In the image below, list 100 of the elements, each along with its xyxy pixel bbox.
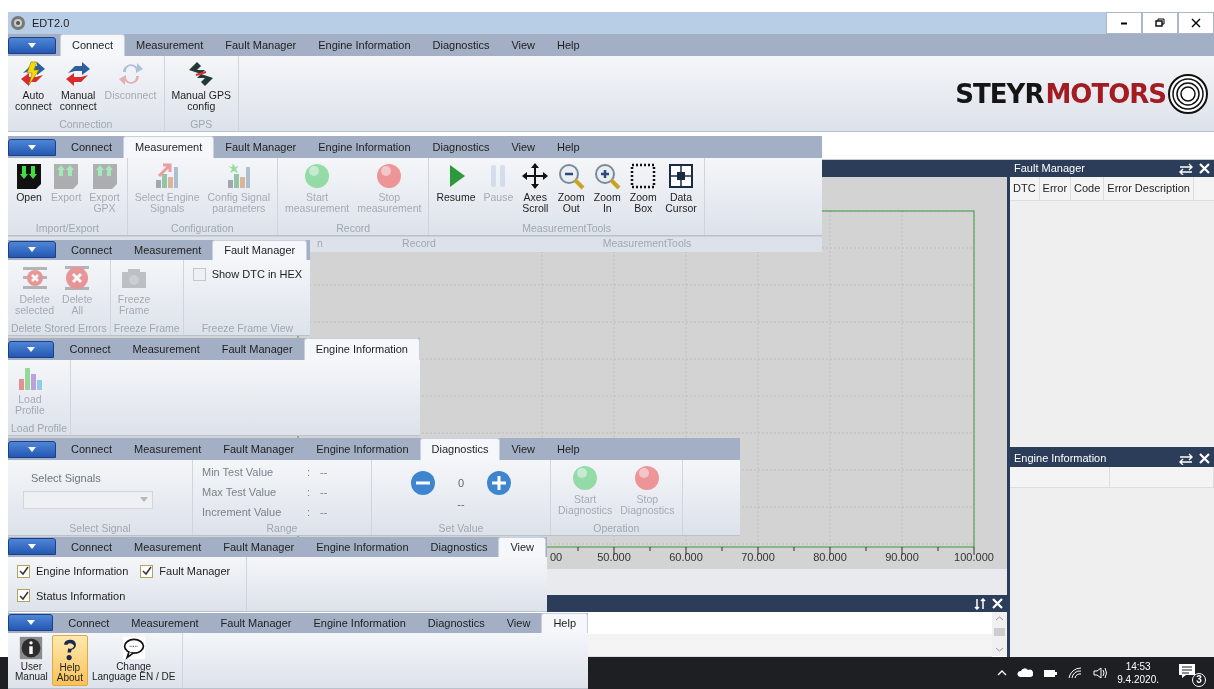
close-button[interactable] (1178, 12, 1214, 34)
ribbon-tab[interactable]: Measurement (123, 537, 213, 557)
ribbon-tab[interactable]: Connect (60, 34, 125, 56)
ribbon-tab[interactable]: View (498, 537, 547, 557)
ribbon-button[interactable]: Change Language EN / DE (87, 635, 180, 684)
ribbon-tab[interactable]: View (500, 438, 547, 460)
arrows-icon (187, 60, 216, 88)
ribbon-tab[interactable]: Connect (60, 136, 123, 158)
ribbon-tab[interactable]: Fault Manager (209, 613, 303, 633)
ribbon-button[interactable]: Axes Scroll (517, 160, 554, 216)
decrement-button[interactable] (409, 470, 436, 496)
ribbon-tab[interactable]: Connect (60, 537, 123, 557)
ribbon-tab[interactable]: Engine Information (307, 34, 422, 56)
ribbon-tab[interactable]: Measurement (123, 438, 213, 460)
ribbon-tab[interactable]: Measurement (123, 136, 215, 158)
ribbon-tab[interactable]: Help (546, 438, 591, 460)
ribbon-tab[interactable]: Help (541, 613, 588, 633)
start-record-icon (303, 162, 332, 190)
ribbon-button[interactable]: User Manual (11, 635, 52, 684)
ribbon-tab[interactable]: Fault Manager (212, 537, 306, 557)
ribbon-button[interactable]: Open (11, 160, 47, 205)
ribbon-tab[interactable]: Diagnostics (419, 537, 499, 557)
ribbon-tab[interactable]: Measurement (121, 338, 211, 360)
ribbon-tab[interactable]: Diagnostics (419, 438, 501, 460)
zoom-in-icon (593, 162, 622, 190)
ribbon-button[interactable]: Zoom Out (553, 160, 590, 216)
ribbon-tab[interactable]: Engine Information (302, 613, 417, 633)
ribbon-tab[interactable]: Help (546, 34, 591, 56)
application-menu-button[interactable] (8, 538, 56, 555)
ribbon-tab[interactable]: View (500, 34, 547, 56)
ribbon-tab[interactable]: Engine Information (303, 338, 420, 360)
start-record-icon (571, 464, 600, 492)
notification-button[interactable]: 3 (1174, 659, 1206, 687)
application-menu-button[interactable] (8, 241, 56, 258)
increment-button[interactable] (486, 470, 513, 496)
ribbon-tab[interactable]: Connect (60, 240, 123, 260)
crosshair-box-icon (667, 162, 696, 190)
ribbon-button[interactable]: Manual connect (55, 58, 101, 114)
ribbon-tab[interactable]: Fault Manager (214, 136, 308, 158)
ribbon-button[interactable]: Manual GPS config (167, 58, 236, 114)
checkbox[interactable]: Show DTC in HEX (192, 266, 303, 283)
separator-text: : (307, 485, 311, 500)
ribbon-button[interactable]: Data Cursor (661, 160, 701, 216)
caret-icon (140, 497, 148, 502)
axis-tick-label: 70.000 (741, 550, 775, 565)
application-menu-button[interactable] (8, 441, 56, 458)
restore-button[interactable] (1142, 12, 1178, 34)
group-label: Select Signal (68, 522, 132, 535)
ribbon-tab[interactable]: Measurement (120, 613, 210, 633)
ribbon-tab[interactable]: Fault Manager (212, 438, 306, 460)
ribbon-tab[interactable]: View (495, 613, 542, 633)
minimize-icon (1120, 21, 1128, 25)
caret-icon (28, 544, 36, 549)
ribbon-tab[interactable]: Fault Manager (212, 240, 308, 260)
application-menu-button[interactable] (8, 139, 56, 156)
group-label: MeasurementTools (601, 237, 693, 251)
ribbon-tab[interactable]: Engine Information (305, 537, 420, 557)
separator-text: : (307, 505, 311, 520)
ribbon-tab[interactable]: Connect (57, 613, 121, 633)
speech-bubble-icon (121, 636, 146, 660)
ribbon-button[interactable]: Help About (51, 635, 88, 686)
column-header: Code (1071, 177, 1105, 200)
ribbon-tab[interactable]: Diagnostics (421, 34, 501, 56)
application-menu-button[interactable] (8, 614, 54, 631)
minimize-button[interactable] (1106, 12, 1142, 34)
speaker-icon (1092, 666, 1109, 680)
scrollbar[interactable] (992, 612, 1007, 656)
ribbon-tab[interactable]: Connect (58, 338, 122, 360)
checkbox[interactable]: Fault Manager (140, 563, 231, 580)
zoom-out-icon (557, 162, 586, 190)
ribbon-button[interactable]: Resume (432, 160, 480, 205)
panel-title: Fault Manager (1014, 161, 1085, 177)
ribbon-tab[interactable]: Measurement (125, 34, 215, 56)
ribbon-tab[interactable]: Fault Manager (210, 338, 304, 360)
axis-tick-label: 80.000 (813, 550, 847, 565)
field-value: -- (320, 485, 328, 500)
ribbon-tab[interactable]: Measurement (123, 240, 213, 260)
ribbon-tab[interactable]: Engine Information (305, 438, 420, 460)
ribbon-tab[interactable]: View (500, 136, 547, 158)
application-menu-button[interactable] (8, 37, 56, 54)
close-icon (992, 598, 1003, 609)
checkbox[interactable]: Status Information (17, 587, 126, 604)
ribbon-tab[interactable]: Fault Manager (214, 34, 308, 56)
ribbon-tab[interactable]: Connect (60, 438, 123, 460)
application-menu-button[interactable] (8, 341, 55, 358)
stop-record-icon (375, 162, 404, 190)
ribbon-button[interactable]: Auto connect (11, 58, 56, 114)
group-label: Set Value (437, 522, 485, 535)
field-label: Increment Value (202, 505, 283, 520)
ribbon-tab[interactable]: Engine Information (307, 136, 422, 158)
axis-tick-label: 00 (550, 550, 563, 565)
close-icon (1199, 163, 1210, 174)
ribbon-tab[interactable]: Diagnostics (416, 613, 496, 633)
ribbon-button[interactable]: Zoom In (589, 160, 626, 216)
ribbon-tab[interactable]: Diagnostics (421, 136, 501, 158)
checkmark-icon (141, 566, 152, 577)
ribbon-tab[interactable]: Help (546, 136, 591, 158)
caret-icon (26, 620, 35, 625)
checkbox[interactable]: Engine Information (17, 563, 129, 580)
ribbon-button[interactable]: Zoom Box (625, 160, 662, 216)
